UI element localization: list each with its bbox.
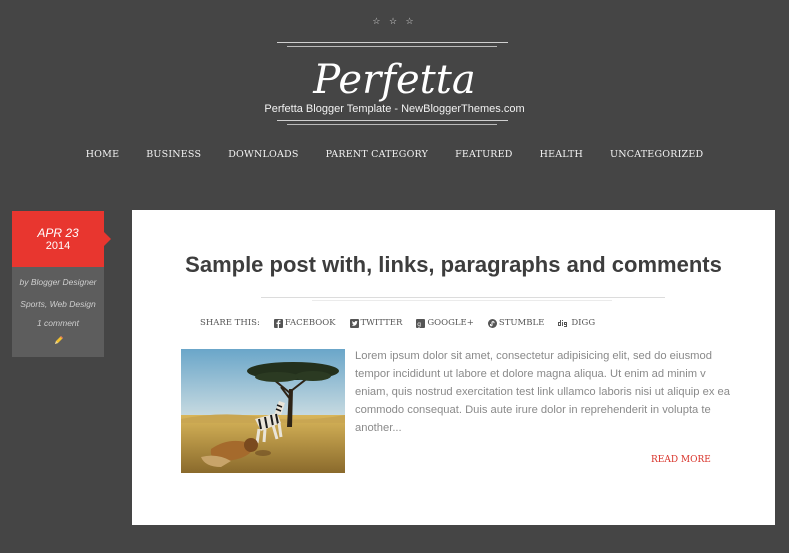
share-facebook[interactable]: FACEBOOK (273, 318, 336, 328)
decorative-stars: ☆ ☆ ☆ (372, 16, 417, 26)
share-digg-label: DIGG (571, 318, 596, 328)
share-digg[interactable]: DIGG (558, 318, 595, 328)
share-label: SHARE THIS: (200, 318, 260, 328)
share-facebook-label: FACEBOOK (284, 318, 336, 328)
blog-tagline: Perfetta Blogger Template - NewBloggerTh… (264, 103, 525, 115)
post-author[interactable]: by Blogger Designer (12, 277, 104, 287)
title-divider (261, 297, 665, 298)
blog-title[interactable]: Perfetta (0, 56, 789, 104)
nav-item-uncategorized[interactable]: UNCATEGORIZED (610, 149, 703, 163)
share-google-plus[interactable]: g GOOGLE+ (416, 318, 474, 328)
google-plus-icon: g (416, 318, 426, 328)
header-divider-top (277, 42, 508, 43)
header-divider-bottom-inner (287, 124, 497, 125)
header-divider-bottom (277, 120, 508, 121)
twitter-icon (349, 318, 359, 328)
post-date-year: 2014 (45, 240, 71, 252)
svg-text:g: g (418, 321, 422, 328)
post-comments-link[interactable]: 1 comment (12, 318, 104, 328)
read-more-link[interactable]: READ MORE (651, 455, 711, 465)
pencil-icon[interactable] (54, 335, 64, 345)
post-title[interactable]: Sample post with, links, paragraphs and … (132, 252, 775, 278)
nav-item-business[interactable]: BUSINESS (146, 149, 201, 163)
share-stumble-label: STUMBLE (498, 318, 545, 328)
header-divider-top-inner (287, 46, 497, 47)
digg-icon (558, 319, 568, 327)
post-excerpt: Lorem ipsum dolor sit amet, consectetur … (355, 350, 730, 434)
nav-item-featured[interactable]: FEATURED (455, 149, 513, 163)
share-stumble[interactable]: STUMBLE (487, 318, 545, 328)
share-twitter-label: TWITTER (360, 318, 403, 328)
post-labels[interactable]: Sports, Web Design (12, 299, 104, 309)
post-date-day: APR 23 (37, 226, 79, 240)
share-twitter[interactable]: TWITTER (349, 318, 403, 328)
post-date-badge: APR 23 2014 (12, 211, 111, 267)
nav-item-downloads[interactable]: DOWNLOADS (228, 149, 298, 163)
share-google-plus-label: GOOGLE+ (427, 318, 474, 328)
title-divider-inner (312, 300, 612, 301)
nav-item-parent-category[interactable]: PARENT CATEGORY (326, 149, 429, 163)
share-bar: SHARE THIS: FACEBOOK TWITTER g GOOGLE+ S… (200, 317, 595, 329)
stumbleupon-icon (487, 318, 497, 328)
facebook-icon (273, 318, 283, 328)
nav-item-health[interactable]: HEALTH (540, 149, 583, 163)
nav-item-home[interactable]: HOME (86, 149, 120, 163)
blog-page: ☆ ☆ ☆ Perfetta Perfetta Blogger Template… (0, 0, 789, 553)
main-nav: HOME BUSINESS DOWNLOADS PARENT CATEGORY … (0, 149, 789, 163)
post-thumbnail[interactable] (181, 349, 345, 473)
post-card: Sample post with, links, paragraphs and … (132, 210, 775, 525)
